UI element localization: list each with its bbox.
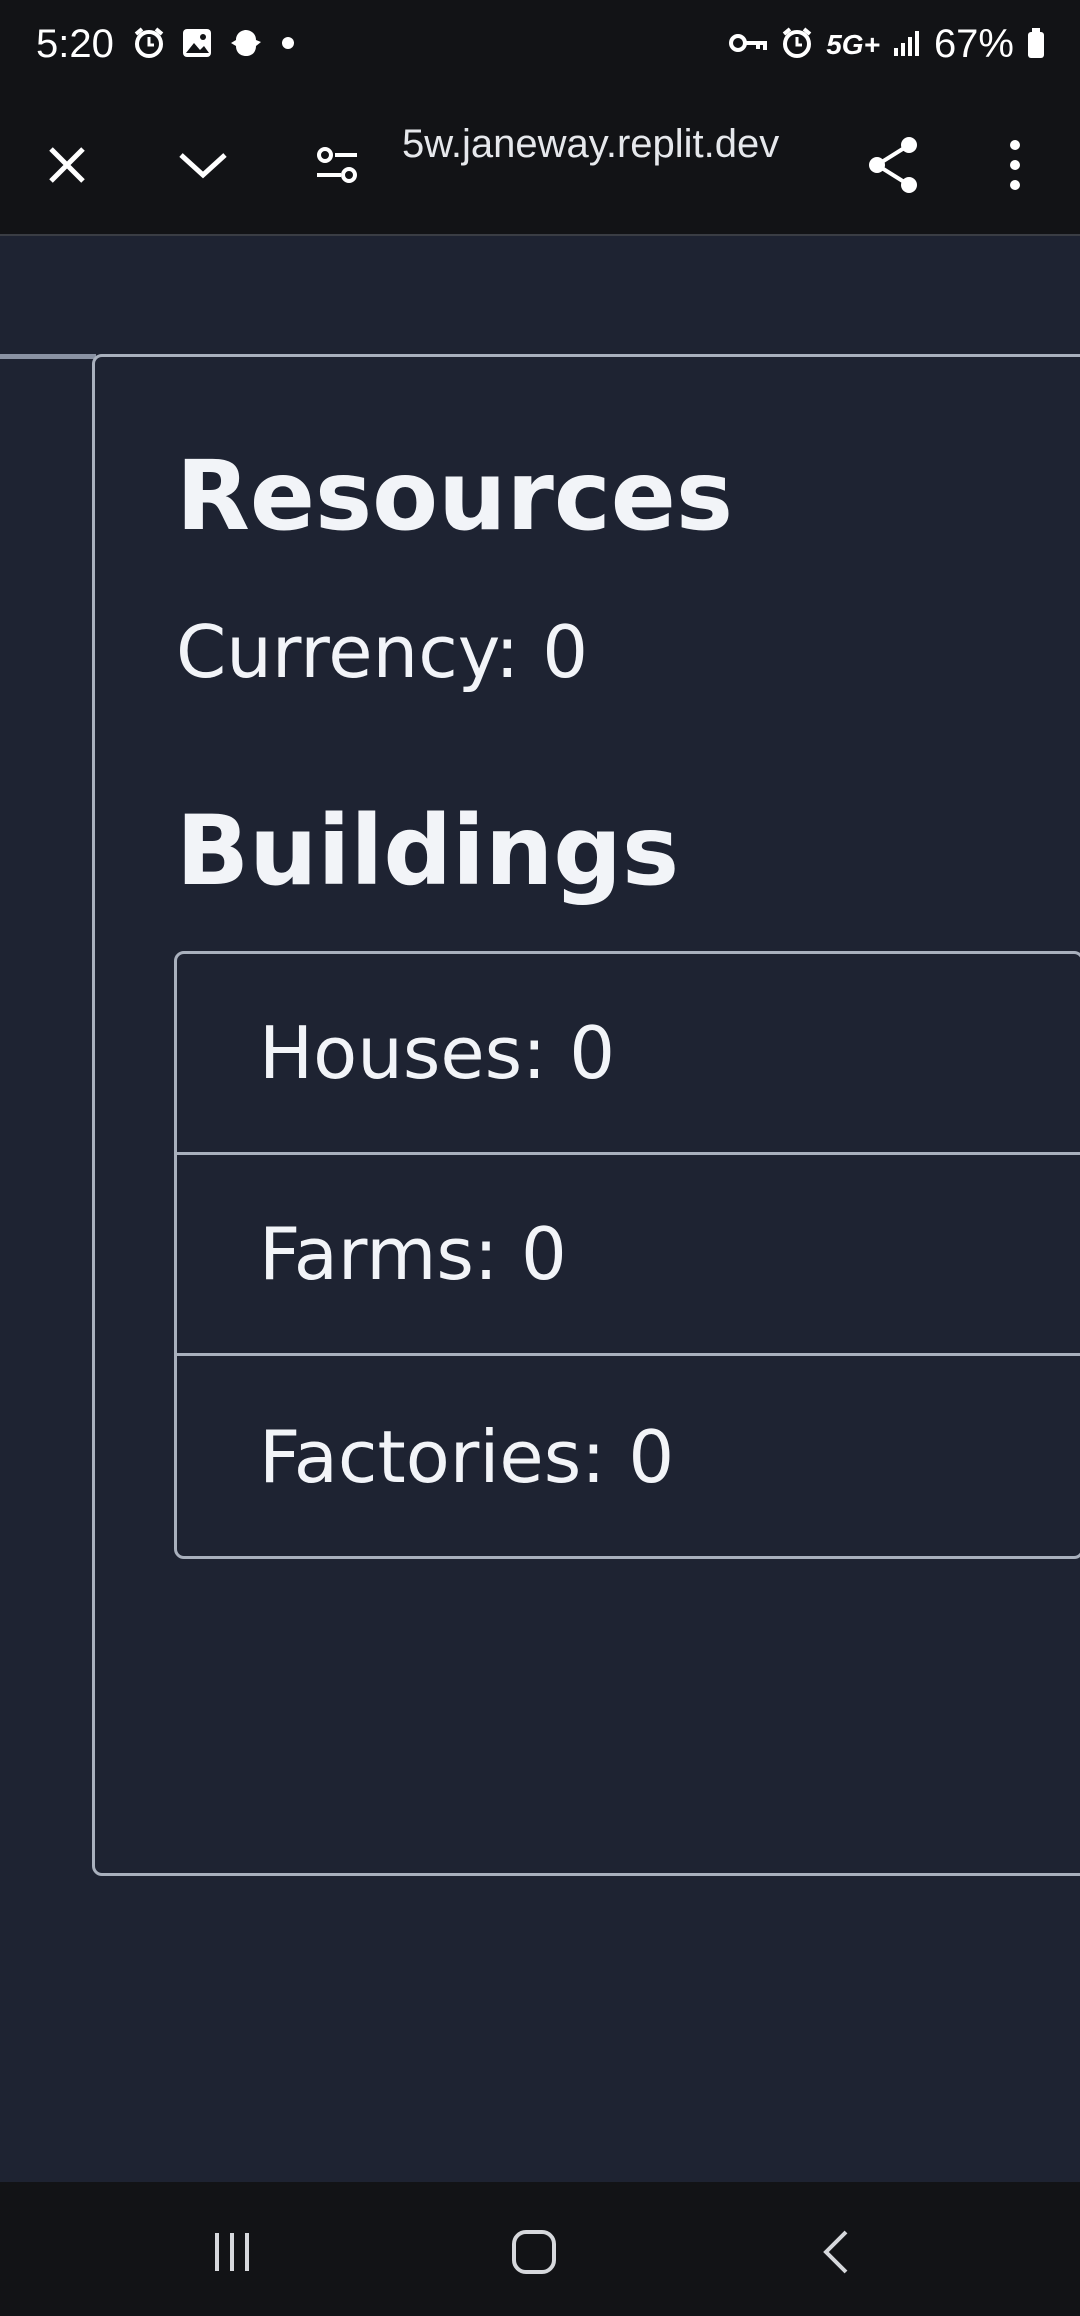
recents-icon[interactable] — [192, 2212, 272, 2292]
status-time: 5:20 — [36, 22, 114, 66]
chevron-down-icon[interactable] — [168, 130, 238, 200]
gallery-icon — [180, 26, 214, 64]
list-item-farms: Farms: 0 — [177, 1155, 1080, 1356]
status-right-icons: 5G+ 67% — [728, 22, 1046, 67]
status-left-icons — [132, 26, 298, 64]
app-notification-icon — [228, 26, 264, 64]
address-bar-url[interactable]: 5w.janeway.replit.dev — [402, 122, 779, 167]
list-item-factories: Factories: 0 — [259, 1414, 675, 1499]
more-icon[interactable] — [980, 130, 1050, 200]
buildings-list: Houses: 0 Farms: 0 Factories: 0 — [174, 951, 1080, 1559]
alarm-icon — [780, 26, 814, 64]
vpn-key-icon — [728, 28, 768, 62]
back-icon[interactable] — [796, 2212, 876, 2292]
alarm-icon — [132, 26, 166, 64]
close-icon[interactable] — [32, 130, 102, 200]
dot-icon — [278, 26, 298, 64]
divider — [0, 354, 96, 359]
battery-icon — [1026, 26, 1046, 64]
system-nav-bar — [0, 2182, 1080, 2316]
currency-value: Currency: 0 — [176, 610, 589, 694]
battery-percent: 67% — [933, 22, 1014, 66]
signal-icon — [892, 28, 922, 62]
status-bar: 5:20 5G+ 67% — [0, 0, 1080, 96]
share-icon[interactable] — [858, 130, 928, 200]
resources-heading: Resources — [176, 440, 733, 552]
site-settings-icon[interactable] — [302, 130, 372, 200]
network-type: 5G+ — [826, 28, 880, 60]
list-item-houses: Houses: 0 — [177, 954, 1080, 1155]
buildings-heading: Buildings — [176, 795, 680, 907]
home-icon[interactable] — [494, 2212, 574, 2292]
